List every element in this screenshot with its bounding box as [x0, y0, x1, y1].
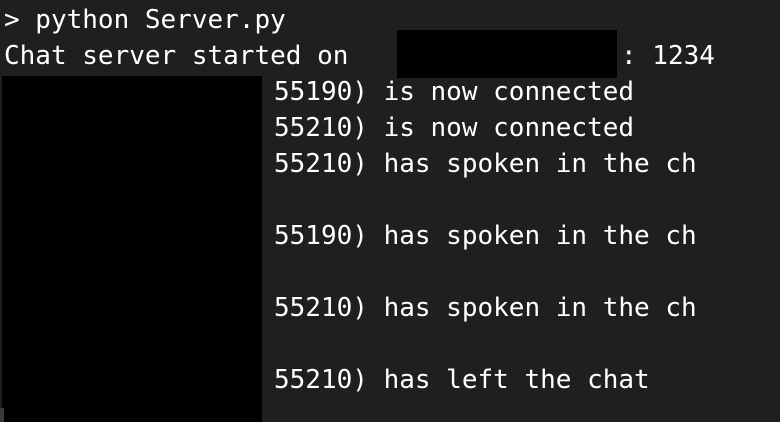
terminal-window[interactable]: > python Server.py Chat server started o… — [0, 0, 780, 422]
log-line: 55210) has spoken in the ch — [274, 293, 697, 323]
redacted-host — [397, 30, 617, 78]
server-started-prefix: Chat server started on — [4, 41, 349, 71]
log-line: 55210) is now connected — [274, 113, 635, 143]
log-line: 55190) is now connected — [274, 77, 635, 107]
command-line: > python Server.py — [4, 5, 286, 35]
log-line: 55190) has spoken in the ch — [274, 221, 697, 251]
redacted-client-addresses — [2, 76, 262, 422]
terminal-cursor — [0, 408, 4, 422]
log-line: 55210) has left the chat — [274, 365, 650, 395]
server-port: : 1234 — [621, 41, 715, 71]
log-line: 55210) has spoken in the ch — [274, 149, 697, 179]
